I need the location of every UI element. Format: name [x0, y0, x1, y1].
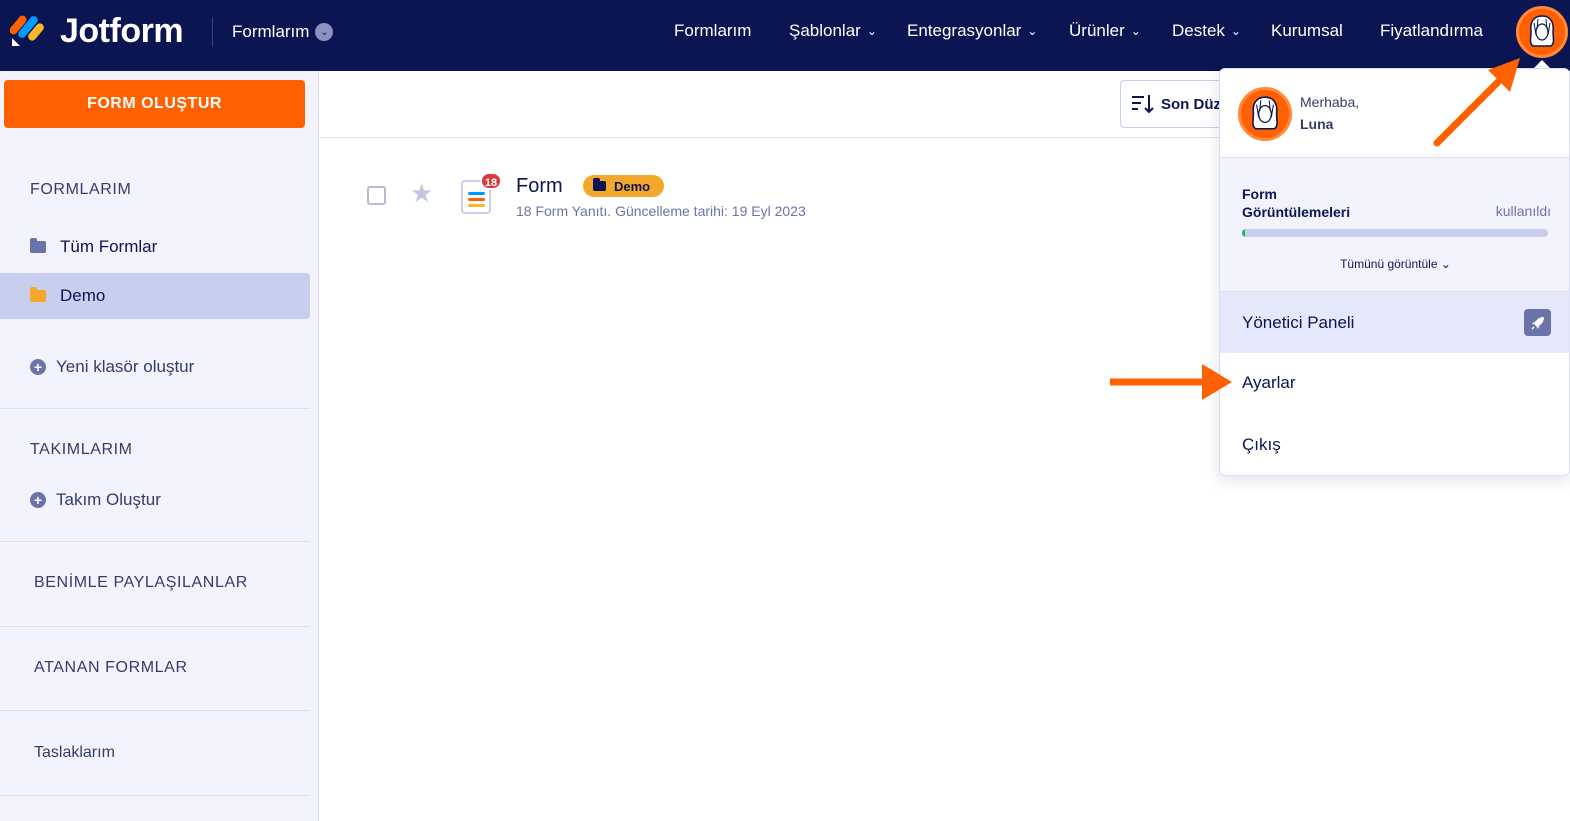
sidebar-item-drafts[interactable]: Taslaklarım: [34, 744, 115, 762]
workspace-label: Formlarım: [232, 22, 310, 41]
sidebar-item-assigned[interactable]: ATANAN FORMLAR: [34, 659, 188, 677]
forms-heading: FORMLARIM: [30, 181, 132, 198]
logout-menu-item[interactable]: Çıkış: [1242, 435, 1281, 455]
usage-panel: Form Görüntülemeleri kullanıldı Tümünü g…: [1220, 158, 1569, 292]
folder-icon: [593, 178, 606, 191]
avatar: [1238, 87, 1292, 141]
sort-label: Son Düz: [1161, 95, 1221, 113]
admin-panel-label: Yönetici Paneli: [1242, 312, 1355, 332]
nav-label: Şablonlar: [789, 21, 861, 40]
account-header: Merhaba, Luna: [1220, 69, 1569, 158]
sidebar-item-label: Tüm Formlar: [60, 237, 158, 256]
nav-formlarim[interactable]: Formlarım: [674, 21, 751, 41]
usage-label-line2: Görüntülemeleri: [1242, 204, 1351, 220]
create-team-button[interactable]: + Takım Oluştur: [30, 490, 161, 510]
chevron-down-icon: ⌄: [1440, 257, 1451, 271]
nav-kurumsal[interactable]: Kurumsal: [1271, 21, 1343, 41]
list-item[interactable]: ★ 18 Form Demo 18 Form Yanıtı. Güncellem…: [320, 160, 1220, 230]
usage-progress-bar: [1242, 229, 1548, 237]
nav-label: Ürünler: [1069, 21, 1125, 40]
new-folder-label: Yeni klasör oluştur: [56, 357, 195, 376]
chevron-down-icon: ⌄: [1130, 24, 1141, 38]
brand-name[interactable]: Jotform: [60, 12, 184, 51]
usage-status: kullanıldı: [1495, 203, 1551, 219]
brand-divider: [212, 17, 213, 47]
nav-sablonlar[interactable]: Şablonlar ⌄: [789, 21, 877, 41]
sidebar-divider: [0, 710, 310, 711]
user-avatar-icon: [1252, 96, 1278, 130]
create-team-label: Takım Oluştur: [56, 490, 161, 509]
sidebar-item-demo[interactable]: Demo: [0, 273, 310, 319]
chevron-down-icon: ⌄: [866, 24, 877, 38]
select-checkbox[interactable]: [367, 186, 386, 205]
nav-destek[interactable]: Destek ⌄: [1172, 21, 1241, 41]
chevron-down-icon: ⌄: [315, 23, 334, 41]
sidebar-item-shared[interactable]: BENİMLE PAYLAŞILANLAR: [34, 574, 248, 592]
sidebar: FORM OLUŞTUR FORMLARIM Tüm Formlar Demo …: [0, 71, 319, 821]
form-title[interactable]: Form: [516, 175, 563, 198]
usage-progress-fill: [1242, 229, 1246, 237]
settings-menu-item[interactable]: Ayarlar: [1242, 373, 1296, 393]
sidebar-divider: [0, 541, 310, 542]
greeting: Merhaba,: [1300, 94, 1360, 110]
folder-badge-label: Demo: [614, 178, 651, 194]
top-navbar: Jotform Formlarım ⌄ Formlarım Şablonlar …: [0, 0, 1570, 71]
sidebar-item-label: Demo: [60, 286, 106, 305]
nav-label: Kurumsal: [1271, 21, 1343, 40]
sidebar-item-all-forms[interactable]: Tüm Formlar: [0, 224, 310, 270]
chevron-down-icon: ⌄: [1027, 24, 1038, 38]
chevron-down-icon: ⌄: [1230, 24, 1241, 38]
nav-entegrasyonlar[interactable]: Entegrasyonlar ⌄: [907, 21, 1037, 41]
response-count-badge: 18: [480, 172, 502, 190]
workspace-switcher[interactable]: Formlarım ⌄: [232, 21, 334, 43]
create-form-button[interactable]: FORM OLUŞTUR: [4, 80, 305, 128]
form-meta: 18 Form Yanıtı. Güncelleme tarihi: 19 Ey…: [516, 203, 806, 219]
nav-urunler[interactable]: Ürünler ⌄: [1069, 21, 1141, 41]
plus-circle-icon: +: [30, 359, 46, 375]
account-dropdown: Merhaba, Luna Form Görüntülemeleri kulla…: [1219, 68, 1570, 476]
avatar[interactable]: [1516, 6, 1568, 58]
new-folder-button[interactable]: + Yeni klasör oluştur: [30, 357, 194, 377]
rocket-icon: [1524, 309, 1551, 336]
sidebar-divider: [0, 408, 310, 409]
view-all-label: Tümünü görüntüle: [1340, 257, 1438, 271]
usage-label-line1: Form: [1242, 186, 1277, 202]
arrow-to-settings: [1110, 364, 1232, 400]
folder-icon: [30, 238, 46, 253]
nav-label: Destek: [1172, 21, 1225, 40]
plus-circle-icon: +: [30, 492, 46, 508]
teams-heading: TAKIMLARIM: [30, 441, 133, 458]
sidebar-divider: [0, 626, 310, 627]
nav-fiyatlandirma[interactable]: Fiyatlandırma: [1380, 21, 1483, 41]
folder-icon: [30, 287, 46, 302]
sidebar-divider: [0, 795, 310, 796]
jotform-logo-icon[interactable]: [10, 12, 46, 48]
admin-panel-button[interactable]: Yönetici Paneli: [1220, 292, 1569, 353]
star-icon[interactable]: ★: [410, 178, 433, 209]
user-avatar-icon: [1529, 15, 1555, 47]
nav-label: Formlarım: [674, 21, 752, 40]
usage-label: Form Görüntülemeleri: [1242, 185, 1350, 221]
sort-icon: [1132, 95, 1154, 114]
user-name: Luna: [1300, 116, 1334, 132]
folder-badge[interactable]: Demo: [583, 175, 665, 197]
nav-label: Fiyatlandırma: [1380, 21, 1483, 40]
nav-label: Entegrasyonlar: [907, 21, 1022, 40]
view-all-button[interactable]: Tümünü görüntüle ⌄: [1220, 257, 1569, 271]
